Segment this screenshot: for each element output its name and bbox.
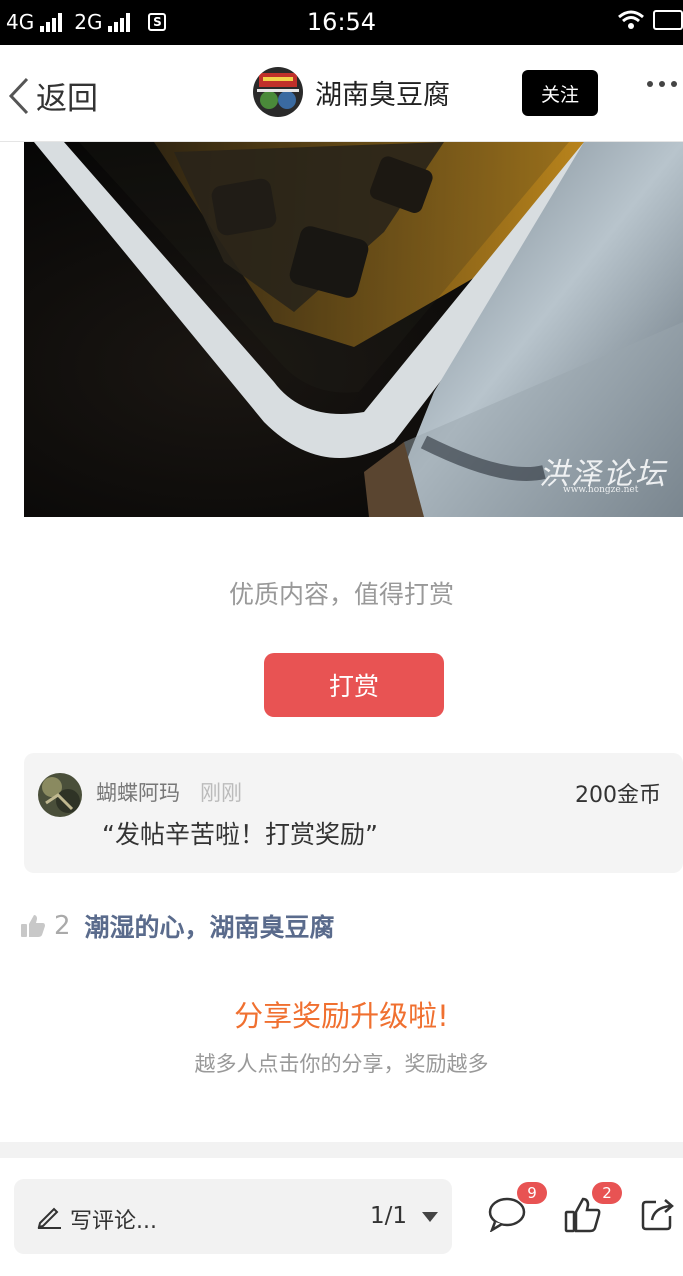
thumbs-up-icon	[21, 915, 45, 937]
section-divider	[0, 1142, 683, 1158]
follow-button[interactable]: 关注	[522, 70, 598, 116]
like-count-badge: 2	[592, 1182, 622, 1204]
forum-avatar[interactable]	[253, 67, 303, 117]
share-reward-subtitle: 越多人点击你的分享，奖励越多	[194, 1052, 489, 1076]
watermark-logo: 洪泽论坛 www.hongze.net	[539, 449, 667, 495]
back-button[interactable]: 返回	[8, 73, 98, 118]
reward-amount: 200金币	[575, 783, 661, 808]
comment-placeholder: 写评论...	[70, 1209, 157, 1234]
comment-input[interactable]: 写评论... 1/1	[14, 1179, 452, 1254]
reward-button[interactable]: 打赏	[264, 653, 444, 717]
chevron-left-icon	[8, 77, 29, 114]
share-button[interactable]	[640, 1196, 676, 1236]
share-reward-title[interactable]: 分享奖励升级啦!	[0, 993, 683, 1035]
forum-title: 湖南臭豆腐	[315, 79, 450, 111]
like-button[interactable]: 2	[564, 1182, 622, 1238]
reward-user-name[interactable]: 蝴蝶阿玛	[96, 777, 180, 807]
post-image[interactable]: 洪泽论坛 www.hongze.net	[24, 142, 683, 517]
forum-header[interactable]: 湖南臭豆腐	[253, 67, 450, 117]
reward-prompt: 优质内容，值得打赏	[228, 580, 454, 609]
watermark-url: www.hongze.net	[563, 485, 639, 495]
back-label: 返回	[36, 81, 98, 117]
pencil-icon	[37, 1207, 61, 1229]
share-icon	[641, 1199, 674, 1231]
bottom-action-bar: 写评论... 1/1 9 2	[0, 1158, 683, 1276]
clock: 16:54	[306, 8, 377, 36]
likes-count: 2	[54, 911, 71, 941]
top-nav-bar: 返回 湖南臭豆腐 关注	[0, 45, 683, 142]
reward-record-card: 蝴蝶阿玛 刚刚 200金币 “发帖辛苦啦！打赏奖励”	[24, 753, 683, 873]
page-indicator[interactable]: 1/1	[370, 1203, 407, 1229]
likers-list[interactable]: 潮湿的心，湖南臭豆腐	[85, 908, 335, 944]
reward-time: 刚刚	[200, 781, 242, 805]
battery-icon	[653, 10, 683, 30]
status-bar: 4G 2G S 16:54	[0, 0, 683, 45]
caret-down-icon[interactable]	[422, 1212, 438, 1222]
reward-message: “发帖辛苦啦！打赏奖励”	[102, 820, 378, 849]
comment-count-badge: 9	[517, 1182, 547, 1204]
avatar[interactable]	[38, 773, 82, 817]
comments-button[interactable]: 9	[487, 1182, 547, 1236]
wifi-icon	[618, 10, 644, 29]
likes-row: 2 潮湿的心，湖南臭豆腐	[20, 908, 335, 944]
more-options-icon[interactable]	[647, 81, 677, 87]
